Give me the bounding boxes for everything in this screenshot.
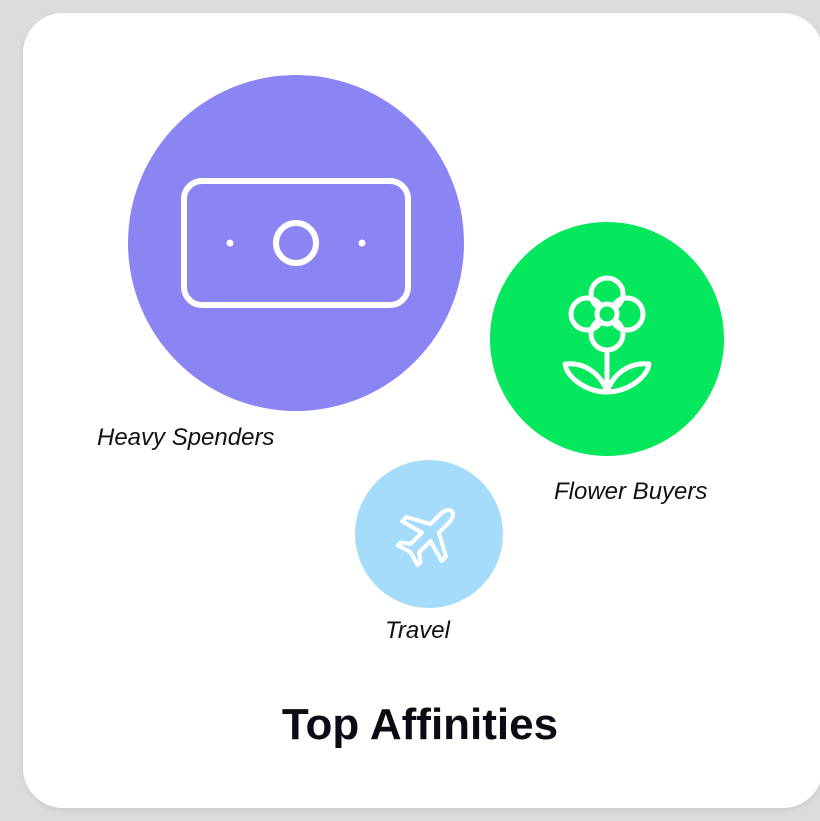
page-title: Top Affinities (281, 700, 559, 749)
heavy-spenders-bubble[interactable] (128, 75, 464, 411)
airplane-icon (393, 498, 465, 570)
travel-label: Travel (385, 617, 450, 644)
flower-buyers-label: Flower Buyers (554, 478, 708, 505)
heavy-spenders-label: Heavy Spenders (97, 424, 275, 451)
flower-icon (557, 274, 657, 404)
money-bill-icon (180, 177, 412, 309)
travel-bubble[interactable] (355, 460, 503, 608)
flower-buyers-bubble[interactable] (490, 222, 724, 456)
